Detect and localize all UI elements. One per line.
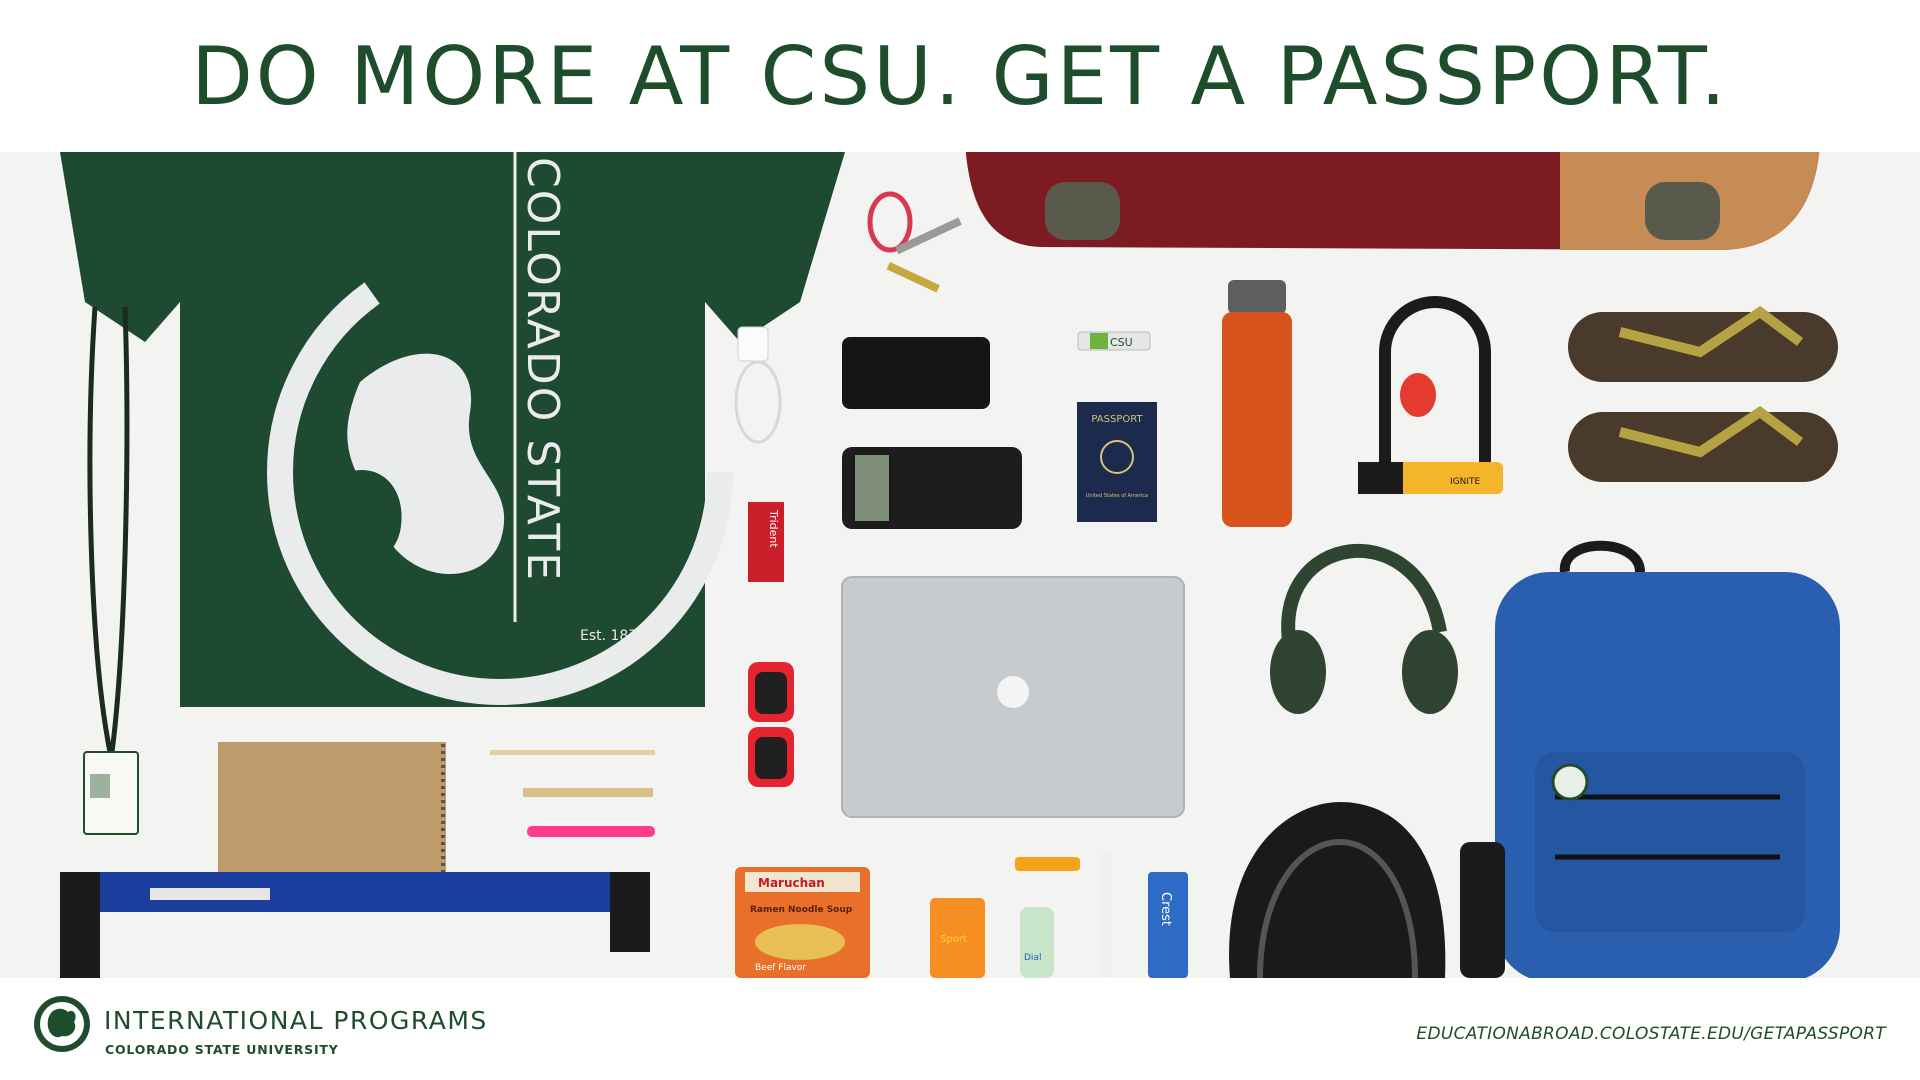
hero-photo: COLORADO STATE Est. 1870 CSU PASSPORT Un… (0, 152, 1920, 978)
gum-pack: Trident (748, 502, 784, 582)
skateboard (965, 152, 1820, 250)
smartphone (842, 337, 990, 409)
svg-text:Sport: Sport (940, 934, 967, 945)
svg-text:United States of America: United States of America (1086, 493, 1148, 499)
usb-drive: CSU (1077, 331, 1151, 351)
headline: DO MORE AT CSU. GET A PASSPORT. (191, 29, 1729, 123)
svg-text:PASSPORT: PASSPORT (1091, 414, 1143, 425)
svg-text:Crest: Crest (1158, 892, 1173, 926)
svg-text:CSU: CSU (1110, 336, 1133, 349)
laptop (841, 576, 1185, 818)
apple-icon (997, 676, 1029, 708)
csu-ram-logo (32, 994, 92, 1059)
shirt-wordmark: COLORADO STATE (517, 157, 568, 582)
svg-text:IGNITE: IGNITE (1450, 477, 1481, 487)
lip-balm (1015, 857, 1080, 871)
svg-text:Trident: Trident (767, 509, 780, 548)
svg-text:Dial: Dial (1024, 953, 1041, 963)
water-bottle (1222, 280, 1292, 527)
toothbrush (1100, 852, 1112, 978)
website-url[interactable]: EDUCATIONABROAD.COLOSTATE.EDU/GETAPASSPO… (1416, 1024, 1886, 1044)
graphing-calculator (842, 447, 1022, 529)
university-name: COLORADO STATE UNIVERSITY (105, 1042, 339, 1057)
sunscreen: Sport (930, 898, 985, 978)
svg-text:Maruchan: Maruchan (758, 876, 825, 890)
svg-text:Ramen Noodle Soup: Ramen Noodle Soup (750, 905, 853, 915)
program-title: INTERNATIONAL PROGRAMS (104, 1006, 488, 1035)
shirt-est: Est. 1870 (580, 628, 646, 644)
ramen-pack: Maruchan Ramen Noodle Soup Beef Flavor (735, 867, 870, 978)
svg-text:Beef Flavor: Beef Flavor (755, 963, 806, 973)
hand-sanitizer: Dial (1020, 907, 1054, 978)
passport: PASSPORT United States of America (1077, 402, 1157, 522)
toothpaste: Crest (1148, 872, 1188, 978)
highlighter (527, 826, 655, 837)
sketchbook (218, 742, 446, 890)
pencil (490, 750, 655, 755)
pen (523, 788, 653, 797)
backpack (1460, 540, 1840, 978)
